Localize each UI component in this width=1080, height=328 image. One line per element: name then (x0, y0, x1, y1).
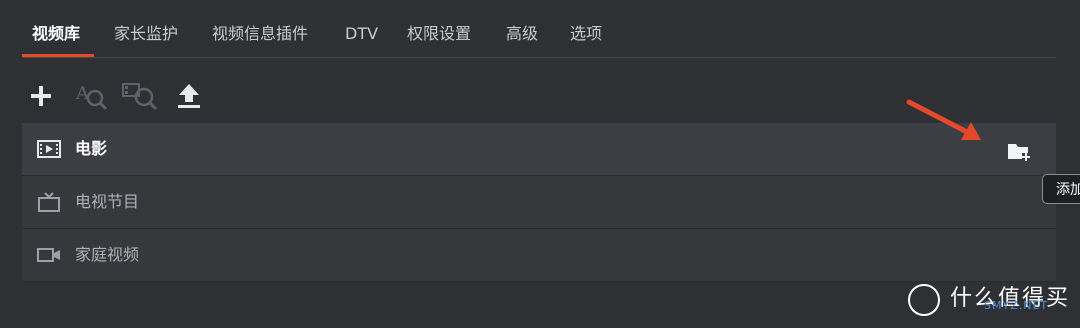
watermark-sub: SMYZ.NET (984, 299, 1049, 312)
tv-icon (38, 192, 60, 212)
tab-dtv[interactable]: DTV (345, 22, 378, 46)
add-icon (31, 86, 51, 106)
film-icon (37, 140, 61, 158)
tab-parental-control[interactable]: 家长监护 (114, 22, 178, 46)
library-row-home-videos[interactable]: 家庭视频 (22, 229, 1056, 282)
tab-video-library[interactable]: 视频库 (32, 22, 80, 46)
text-search-icon: A (75, 83, 108, 111)
watermark: 什么值得买 SMYZ.NET (908, 282, 1080, 322)
library-list: 电影 电视节目 家庭视频 (22, 123, 1056, 282)
tab-options[interactable]: 选项 (570, 22, 602, 46)
active-tab-indicator (22, 54, 94, 57)
camera-icon (37, 248, 60, 262)
library-label-tv-shows: 电视节目 (75, 192, 140, 211)
add-button[interactable] (23, 80, 59, 112)
watermark-logo (908, 284, 940, 316)
video-search-button[interactable] (122, 80, 158, 112)
upload-button[interactable] (171, 80, 207, 112)
library-row-movies[interactable]: 电影 (22, 123, 1056, 176)
tab-divider (22, 57, 1056, 58)
tab-advanced[interactable]: 高级 (506, 22, 538, 46)
video-search-icon (122, 83, 158, 111)
tab-video-info-plugin[interactable]: 视频信息插件 (212, 22, 308, 46)
add-folder-icon[interactable] (1007, 141, 1031, 163)
library-label-home-videos: 家庭视频 (75, 245, 140, 264)
library-label-movies: 电影 (75, 139, 108, 158)
add-tooltip: 添加 (1042, 174, 1080, 204)
library-row-tv-shows[interactable]: 电视节目 (22, 176, 1056, 229)
tab-permissions[interactable]: 权限设置 (407, 22, 471, 46)
upload-icon (178, 84, 200, 108)
annotation-arrow (906, 99, 981, 140)
text-search-button[interactable]: A (74, 80, 110, 112)
